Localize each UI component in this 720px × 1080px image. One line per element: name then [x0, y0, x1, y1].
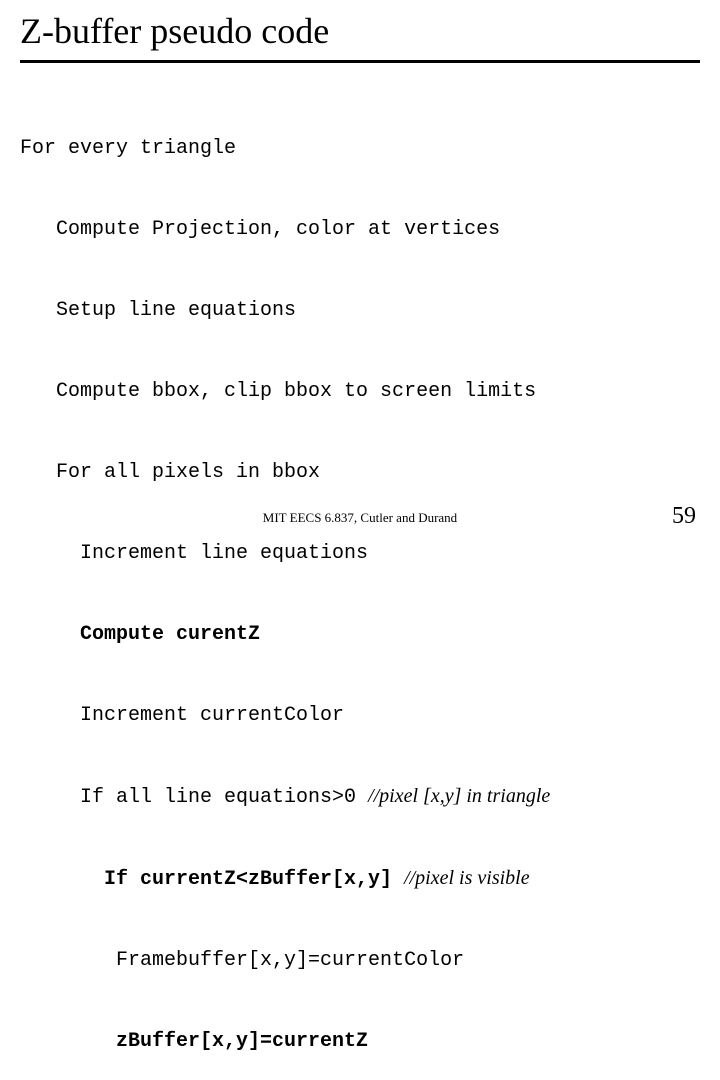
code-comment: //pixel is visible: [404, 867, 530, 889]
slide-container: Z-buffer pseudo code For every triangle …: [0, 0, 720, 540]
code-comment: //pixel [x,y] in triangle: [368, 785, 550, 807]
code-line: Framebuffer[x,y]=currentColor: [20, 947, 700, 974]
code-text: If all line equations>0: [20, 786, 368, 809]
code-text: If currentZ<zBuffer[x,y]: [20, 868, 404, 891]
pseudocode-block: For every triangle Compute Projection, c…: [20, 81, 700, 1080]
code-line: Increment line equations: [20, 540, 700, 567]
page-number: 59: [672, 503, 696, 530]
slide-footer: MIT EECS 6.837, Cutler and Durand: [0, 510, 720, 526]
code-line: If all line equations>0 //pixel [x,y] in…: [20, 783, 700, 811]
code-line: Compute curentZ: [20, 621, 700, 648]
code-line: If currentZ<zBuffer[x,y] //pixel is visi…: [20, 865, 700, 893]
slide-title: Z-buffer pseudo code: [20, 10, 700, 63]
code-line: For all pixels in bbox: [20, 459, 700, 486]
code-line: Compute bbox, clip bbox to screen limits: [20, 378, 700, 405]
code-line: Setup line equations: [20, 297, 700, 324]
code-line: zBuffer[x,y]=currentZ: [20, 1028, 700, 1055]
code-line: Compute Projection, color at vertices: [20, 216, 700, 243]
code-line: For every triangle: [20, 135, 700, 162]
code-line: Increment currentColor: [20, 702, 700, 729]
